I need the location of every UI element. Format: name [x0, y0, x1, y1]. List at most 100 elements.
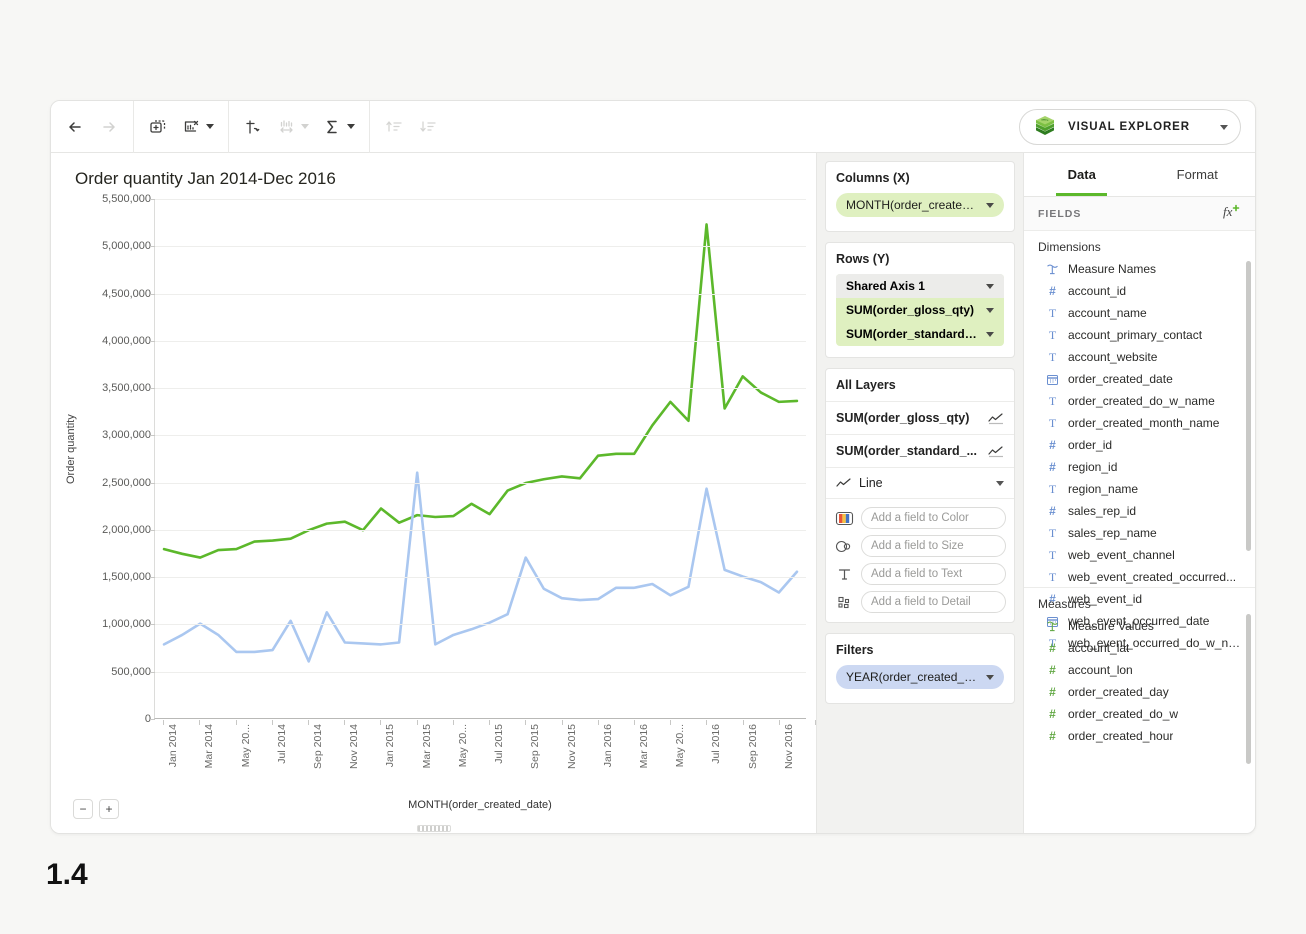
- encoding-size-row: Add a field to Size: [834, 535, 1006, 557]
- x-axis-tickmark: [199, 720, 200, 725]
- duplicate-sheet-icon[interactable]: [148, 117, 168, 137]
- field-row[interactable]: # order_created_hour: [1024, 725, 1255, 747]
- field-name: account_primary_contact: [1068, 328, 1202, 342]
- chevron-down-icon[interactable]: [986, 332, 994, 337]
- x-axis-tickmark: [562, 720, 563, 725]
- rows-shelf[interactable]: Rows (Y) Shared Axis 1 SUM(order_gloss_q…: [825, 242, 1015, 358]
- dimensions-scrollbar[interactable]: [1246, 261, 1251, 551]
- toolbar-group-analysis: [229, 101, 370, 153]
- chevron-down-icon[interactable]: [1220, 125, 1228, 130]
- clear-sheet-icon[interactable]: [182, 117, 214, 137]
- number-field-icon: #: [1046, 505, 1059, 517]
- plot-canvas[interactable]: [154, 199, 806, 719]
- measures-title: Measures: [1024, 588, 1255, 615]
- shared-axis-pill[interactable]: Shared Axis 1: [836, 274, 1004, 298]
- gridline: [155, 577, 806, 578]
- layer-item-standard-label: SUM(order_standard_...: [836, 444, 988, 458]
- x-axis-tickmark: [598, 720, 599, 725]
- sort-descending-icon[interactable]: [418, 117, 438, 137]
- chevron-down-icon[interactable]: [996, 481, 1004, 486]
- visual-explorer-brand-button[interactable]: VISUAL EXPLORER: [1019, 109, 1241, 145]
- y-axis-tickmark: [150, 388, 155, 389]
- tab-format[interactable]: Format: [1140, 153, 1256, 196]
- all-layers-header[interactable]: All Layers: [826, 369, 1014, 402]
- columns-pill-month[interactable]: MONTH(order_created_d...: [836, 193, 1004, 217]
- encoding-color-row: Add a field to Color: [834, 507, 1006, 529]
- chevron-down-icon[interactable]: [986, 308, 994, 313]
- field-row[interactable]: #order_created_do_w: [1024, 703, 1255, 725]
- field-row[interactable]: Tsales_rep_name: [1024, 522, 1255, 544]
- back-button[interactable]: [65, 117, 85, 137]
- sort-ascending-icon[interactable]: [384, 117, 404, 137]
- y-axis-tickmark: [150, 624, 155, 625]
- y-axis-tickmark: [150, 577, 155, 578]
- field-name: sales_rep_id: [1068, 504, 1136, 518]
- field-row[interactable]: #account_lat: [1024, 637, 1255, 659]
- field-row[interactable]: #order_created_day: [1024, 681, 1255, 703]
- field-row[interactable]: Taccount_name: [1024, 302, 1255, 324]
- field-row[interactable]: #region_id: [1024, 456, 1255, 478]
- layer-item-standard[interactable]: SUM(order_standard_...: [826, 435, 1014, 468]
- add-calculation-icon[interactable]: fx: [1223, 203, 1241, 224]
- x-axis-tick-label: Mar 2015: [421, 724, 433, 768]
- forward-button[interactable]: [99, 117, 119, 137]
- field-row[interactable]: order_created_date: [1024, 368, 1255, 390]
- field-row[interactable]: Measure Values: [1024, 615, 1255, 637]
- field-row[interactable]: #account_id: [1024, 280, 1255, 302]
- zoom-out-button[interactable]: −: [73, 799, 93, 819]
- field-row[interactable]: Taccount_website: [1024, 346, 1255, 368]
- zoom-in-button[interactable]: +: [99, 799, 119, 819]
- field-row[interactable]: Tweb_event_created_occurred...: [1024, 566, 1255, 588]
- encoding-shelves: Add a field to Color Add a field to Size…: [826, 499, 1014, 622]
- size-field-dropzone[interactable]: Add a field to Size: [861, 535, 1006, 557]
- field-row[interactable]: Tregion_name: [1024, 478, 1255, 500]
- swap-axes-icon[interactable]: [243, 117, 263, 137]
- mark-type-select[interactable]: Line: [826, 468, 1014, 499]
- field-row[interactable]: #order_id: [1024, 434, 1255, 456]
- totals-icon[interactable]: [323, 117, 355, 137]
- field-name: account_website: [1068, 350, 1157, 364]
- x-axis-tickmark: [489, 720, 490, 725]
- zoom-controls: − +: [73, 799, 119, 819]
- visualization-pane: Order quantity Jan 2014-Dec 2016 Order q…: [51, 153, 816, 833]
- field-row[interactable]: Taccount_primary_contact: [1024, 324, 1255, 346]
- measures-scrollbar[interactable]: [1246, 614, 1251, 764]
- x-axis-title: MONTH(order_created_date): [154, 799, 806, 811]
- field-row[interactable]: #account_lon: [1024, 659, 1255, 681]
- encoding-detail-row: Add a field to Detail: [834, 591, 1006, 613]
- field-row[interactable]: # sales_rep_id: [1024, 500, 1255, 522]
- number-field-icon: #: [1046, 686, 1059, 698]
- chevron-down-icon[interactable]: [986, 284, 994, 289]
- rows-pill-gloss[interactable]: SUM(order_gloss_qty): [836, 298, 1004, 322]
- chevron-down-icon[interactable]: [986, 675, 994, 680]
- filter-pill-year[interactable]: YEAR(order_created_date): [836, 665, 1004, 689]
- field-row[interactable]: Tweb_event_channel: [1024, 544, 1255, 566]
- fit-axis-icon[interactable]: [277, 117, 309, 137]
- measures-list[interactable]: Measure Values#account_lat#account_lon#o…: [1024, 615, 1255, 747]
- color-field-dropzone[interactable]: Add a field to Color: [861, 507, 1006, 529]
- layer-item-gloss[interactable]: SUM(order_gloss_qty): [826, 402, 1014, 435]
- gridline: [155, 388, 806, 389]
- encoding-text-row: Add a field to Text: [834, 563, 1006, 585]
- field-name: Measure Names: [1068, 262, 1156, 276]
- field-row[interactable]: Torder_created_month_name: [1024, 412, 1255, 434]
- y-axis-tick-label: 2,000,000: [56, 524, 151, 536]
- text-field-dropzone[interactable]: Add a field to Text: [861, 563, 1006, 585]
- y-axis-tickmark: [150, 435, 155, 436]
- field-row[interactable]: Measure Names: [1024, 258, 1255, 280]
- plot-area: Order quantity 0500,0001,000,0001,500,00…: [51, 199, 806, 833]
- x-axis-tick-label: Sep 2015: [529, 724, 541, 769]
- number-field-icon: #: [1046, 730, 1059, 742]
- detail-field-dropzone[interactable]: Add a field to Detail: [861, 591, 1006, 613]
- rows-pill-standard[interactable]: SUM(order_standard_qty): [836, 322, 1004, 346]
- chevron-down-icon[interactable]: [986, 203, 994, 208]
- field-name: order_created_hour: [1068, 729, 1173, 743]
- rows-pill-gloss-label: SUM(order_gloss_qty): [846, 303, 980, 317]
- columns-shelf[interactable]: Columns (X) MONTH(order_created_d...: [825, 161, 1015, 232]
- pane-resize-handle[interactable]: [417, 825, 451, 832]
- x-axis-tickmark: [634, 720, 635, 725]
- filters-shelf[interactable]: Filters YEAR(order_created_date): [825, 633, 1015, 704]
- field-row[interactable]: Torder_created_do_w_name: [1024, 390, 1255, 412]
- tab-data[interactable]: Data: [1024, 153, 1140, 196]
- data-pane-tabs: Data Format: [1024, 153, 1255, 197]
